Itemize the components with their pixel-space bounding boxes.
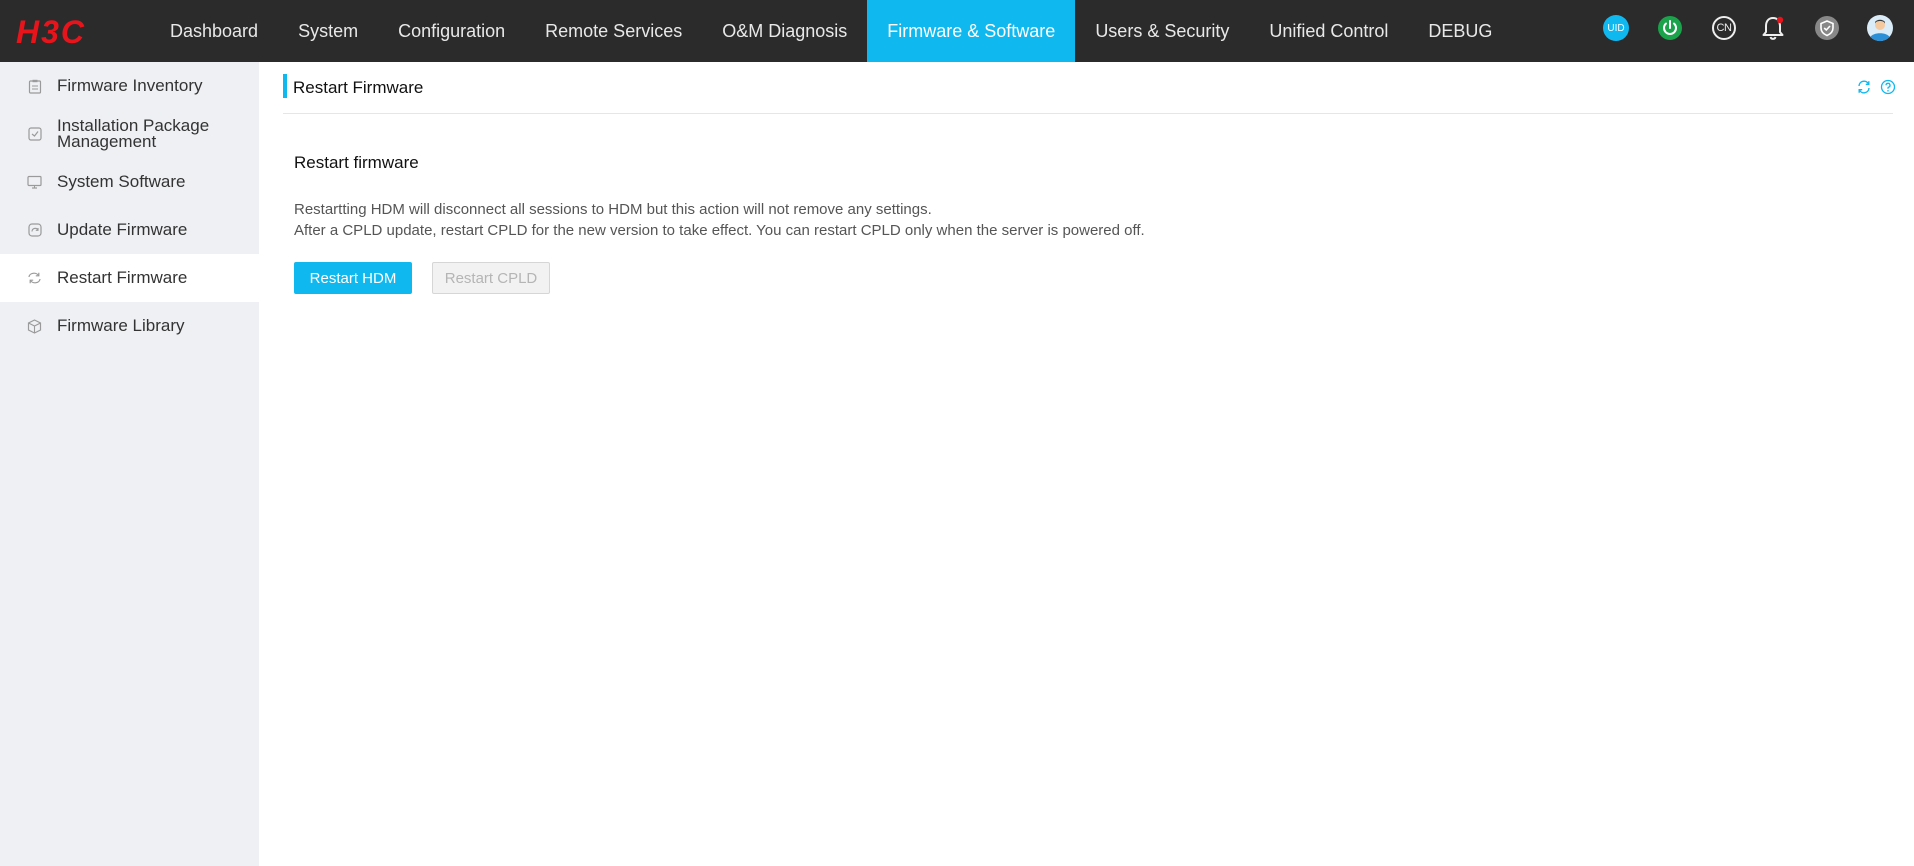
restart-cpld-button[interactable]: Restart CPLD [432, 262, 550, 294]
sidebar-item-firmware-inventory[interactable]: Firmware Inventory [0, 62, 259, 110]
restart-icon [27, 271, 42, 286]
update-icon [27, 223, 42, 238]
nav-debug[interactable]: DEBUG [1408, 0, 1512, 62]
monitor-icon [27, 175, 42, 190]
h3c-logo[interactable]: H3C [16, 14, 114, 50]
sidebar-item-label: Firmware Inventory [57, 76, 203, 95]
nav-firmware-software[interactable]: Firmware & Software [867, 0, 1076, 62]
sidebar-item-update-firmware[interactable]: Update Firmware [0, 206, 259, 254]
svg-text:H3C: H3C [16, 15, 86, 47]
description-cpld: After a CPLD update, restart CPLD for th… [294, 222, 1145, 239]
refresh-icon[interactable] [1855, 78, 1873, 96]
title-accent-bar [283, 74, 287, 98]
power-icon[interactable] [1656, 14, 1684, 42]
nav-configuration[interactable]: Configuration [378, 0, 525, 62]
nav-dashboard[interactable]: Dashboard [150, 0, 278, 62]
main-nav: Dashboard System Configuration Remote Se… [150, 0, 1512, 62]
page-title: Restart Firmware [293, 78, 424, 97]
clipboard-icon [27, 79, 42, 94]
restart-hdm-button[interactable]: Restart HDM [294, 262, 412, 294]
uid-badge-text: UID [1603, 15, 1629, 41]
main-content: Restart Firmware Restart firmware Restar… [259, 62, 1914, 866]
page-header [283, 74, 1893, 114]
sidebar-item-installation-package-management[interactable]: Installation Package Management [0, 110, 259, 158]
sidebar-item-label: Firmware Library [57, 316, 185, 335]
uid-icon[interactable]: UID [1602, 14, 1630, 42]
description-hdm: Restartting HDM will disconnect all sess… [294, 201, 932, 218]
help-icon[interactable] [1879, 78, 1897, 96]
sidebar-item-label: Installation Package Management [57, 116, 210, 151]
sidebar-item-label: System Software [57, 172, 186, 191]
bell-icon[interactable] [1759, 14, 1787, 42]
sidebar-item-firmware-library[interactable]: Firmware Library [0, 302, 259, 350]
nav-om-diagnosis[interactable]: O&M Diagnosis [702, 0, 867, 62]
package-icon [27, 127, 42, 142]
nav-unified-control[interactable]: Unified Control [1249, 0, 1408, 62]
sidebar-item-label: Update Firmware [57, 220, 188, 239]
cube-icon [27, 318, 42, 334]
sidebar: Firmware Inventory Installation Package … [0, 62, 259, 866]
nav-system[interactable]: System [278, 0, 378, 62]
language-icon[interactable]: CN [1710, 14, 1738, 42]
shield-icon[interactable] [1813, 14, 1841, 42]
user-avatar-icon[interactable] [1866, 14, 1894, 42]
sidebar-item-system-software[interactable]: System Software [0, 158, 259, 206]
sidebar-item-restart-firmware[interactable]: Restart Firmware [0, 254, 259, 302]
sidebar-item-label: Restart Firmware [57, 268, 188, 287]
top-navigation-bar: H3C Dashboard System Configuration Remot… [0, 0, 1914, 62]
section-title: Restart firmware [294, 153, 419, 172]
language-text: CN [1712, 16, 1736, 40]
nav-remote-services[interactable]: Remote Services [525, 0, 702, 62]
nav-users-security[interactable]: Users & Security [1075, 0, 1249, 62]
